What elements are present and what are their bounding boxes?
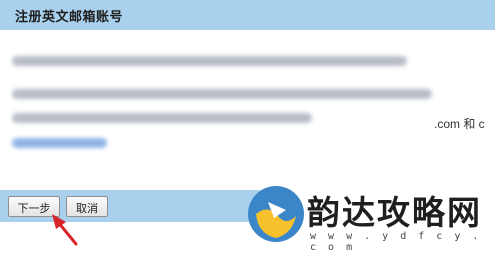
- watermark: 韵达攻略网 w w w . y d f c y . c o m: [244, 182, 495, 253]
- page-header: 注册英文邮箱账号: [0, 0, 495, 30]
- page-title: 注册英文邮箱账号: [15, 10, 124, 25]
- watermark-name: 韵达攻略网: [307, 193, 482, 232]
- annotation-arrow-icon: [52, 214, 78, 246]
- watermark-logo-icon: [248, 186, 304, 242]
- content-area: .com 和 c: [0, 30, 495, 190]
- blurred-text-line: [12, 113, 312, 123]
- content-text-fragment: .com 和 c: [434, 117, 485, 131]
- blurred-text-line: [12, 56, 407, 66]
- watermark-url: w w w . y d f c y . c o m: [310, 231, 482, 253]
- blurred-link[interactable]: [12, 138, 107, 148]
- blurred-text-line: [12, 89, 432, 99]
